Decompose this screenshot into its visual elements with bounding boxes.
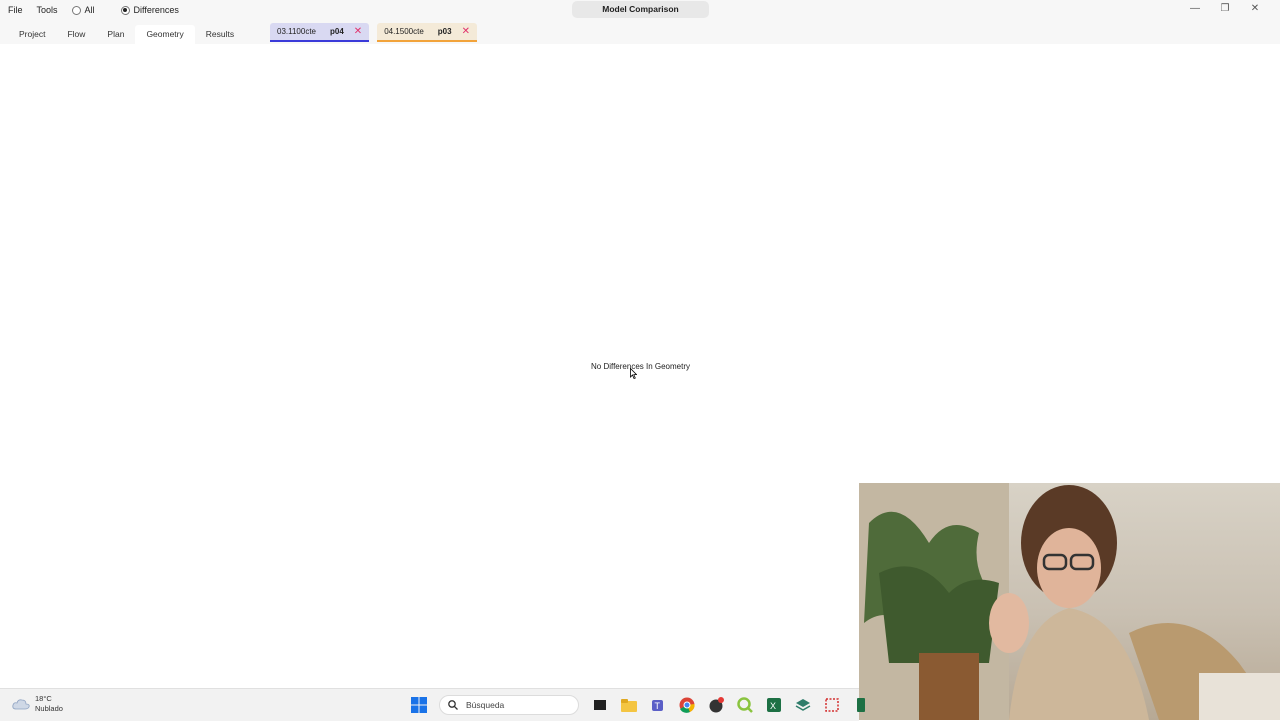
weather-widget[interactable]: 18°C Nublado [12,694,63,714]
radio-checked-icon [120,5,130,15]
search-icon [448,700,458,710]
teams-icon[interactable]: T [649,696,667,714]
radio-icon [71,5,81,15]
chrome-icon[interactable] [678,696,696,714]
tab-results[interactable]: Results [195,25,245,44]
task-view-icon[interactable] [591,696,609,714]
taskbar-search[interactable]: Búsqueda [439,695,579,715]
weather-temp: 18°C [35,694,52,703]
tab-project[interactable]: Project [8,25,56,44]
model-tab-name: 03.1100cte [277,27,316,36]
window-controls: — ❐ ✕ [1180,3,1270,14]
filter-differences-label: Differences [133,5,179,15]
svg-text:T: T [655,701,661,711]
menu-bar: File Tools All Differences [8,5,205,15]
close-icon[interactable]: ✕ [462,26,470,37]
file-explorer-icon[interactable] [620,696,638,714]
window-title: Model Comparison [572,1,709,18]
windows-start-icon[interactable] [410,696,428,714]
taskbar-apps: Búsqueda T X [410,695,881,715]
menu-file[interactable]: File [8,5,23,15]
tab-flow[interactable]: Flow [56,25,96,44]
filter-all-label: All [84,5,95,15]
filter-all-radio[interactable]: All [71,5,109,15]
webcam-video-icon [859,483,1280,720]
search-placeholder: Búsqueda [466,700,505,710]
restore-button[interactable]: ❐ [1210,3,1240,14]
cloud-icon [12,699,30,710]
model-tab-2[interactable]: 04.1500cte p03 ✕ [377,23,477,42]
title-bar: File Tools All Differences Model Compari… [0,0,1280,44]
filter-differences-radio[interactable]: Differences [120,5,193,15]
close-button[interactable]: ✕ [1240,3,1270,14]
svg-text:X: X [770,701,776,711]
model-tab-1[interactable]: 03.1100cte p04 ✕ [270,23,370,42]
snip-icon[interactable] [823,696,841,714]
model-tab-code: p03 [437,27,452,36]
excel-icon[interactable]: X [765,696,783,714]
menu-tools[interactable]: Tools [37,5,58,15]
model-tabs: 03.1100cte p04 ✕ 04.1500cte p03 ✕ [270,23,485,42]
empty-state-message: No Differences In Geometry [591,362,691,371]
minimize-button[interactable]: — [1180,3,1210,14]
stack-icon[interactable] [794,696,812,714]
app-red-badge-icon[interactable] [707,696,725,714]
tab-geometry[interactable]: Geometry [135,25,195,44]
green-app-icon[interactable] [852,696,870,714]
taskbar: 18°C Nublado Búsqueda T X [0,688,865,721]
tab-plan[interactable]: Plan [96,25,135,44]
qgis-icon[interactable] [736,696,754,714]
weather-condition: Nublado [35,704,63,713]
model-tab-code: p04 [330,27,344,36]
section-tabs: Project Flow Plan Geometry Results [8,25,245,44]
close-icon[interactable]: ✕ [354,26,362,37]
model-tab-name: 04.1500cte [384,27,424,36]
webcam-overlay [859,483,1280,720]
mouse-cursor-icon [630,368,637,379]
